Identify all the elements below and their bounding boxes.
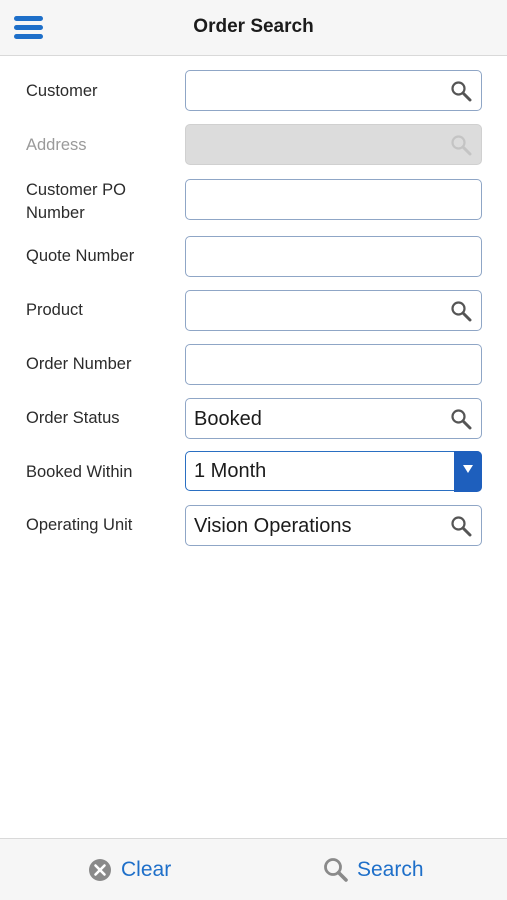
search-icon (451, 135, 472, 156)
customer-po-label-line2: Number (26, 204, 85, 222)
search-icon (324, 858, 348, 882)
search-button-label: Search (357, 858, 424, 881)
customer-po-field[interactable] (185, 179, 482, 220)
customer-po-label: Customer PO Number (26, 179, 176, 225)
customer-field[interactable] (185, 70, 482, 111)
search-icon[interactable] (450, 408, 472, 430)
page-title: Order Search (193, 16, 314, 37)
search-button[interactable]: Search (323, 857, 433, 883)
order-number-label: Order Number (26, 355, 132, 373)
customer-po-label-line1: Customer PO (26, 181, 126, 199)
customer-label: Customer (26, 82, 98, 100)
operating-unit-value: Vision Operations (194, 515, 352, 537)
operating-unit-label: Operating Unit (26, 516, 133, 534)
product-label: Product (26, 301, 83, 319)
booked-within-select[interactable]: 1 Month (185, 451, 482, 492)
search-icon[interactable] (450, 515, 472, 537)
clear-button-label: Clear (121, 858, 172, 881)
order-status-field[interactable]: Booked (185, 398, 482, 439)
quote-number-label: Quote Number (26, 247, 135, 265)
booked-within-value: 1 Month (194, 460, 267, 482)
search-icon[interactable] (450, 300, 472, 322)
search-icon[interactable] (450, 80, 472, 102)
clear-button[interactable]: Clear (88, 857, 178, 883)
quote-number-field[interactable] (185, 236, 482, 277)
operating-unit-field[interactable]: Vision Operations (185, 505, 482, 546)
app-header: Order Search (0, 0, 507, 56)
bottom-toolbar: Clear Search (0, 838, 507, 900)
booked-within-label: Booked Within (26, 463, 133, 481)
order-status-label: Order Status (26, 409, 120, 427)
address-field (185, 124, 482, 165)
product-field[interactable] (185, 290, 482, 331)
dropdown-button[interactable] (454, 451, 482, 492)
order-status-value: Booked (194, 408, 262, 430)
clear-icon (89, 859, 111, 881)
address-label: Address (26, 136, 87, 154)
triangle-down-icon (463, 465, 473, 473)
order-number-field[interactable] (185, 344, 482, 385)
